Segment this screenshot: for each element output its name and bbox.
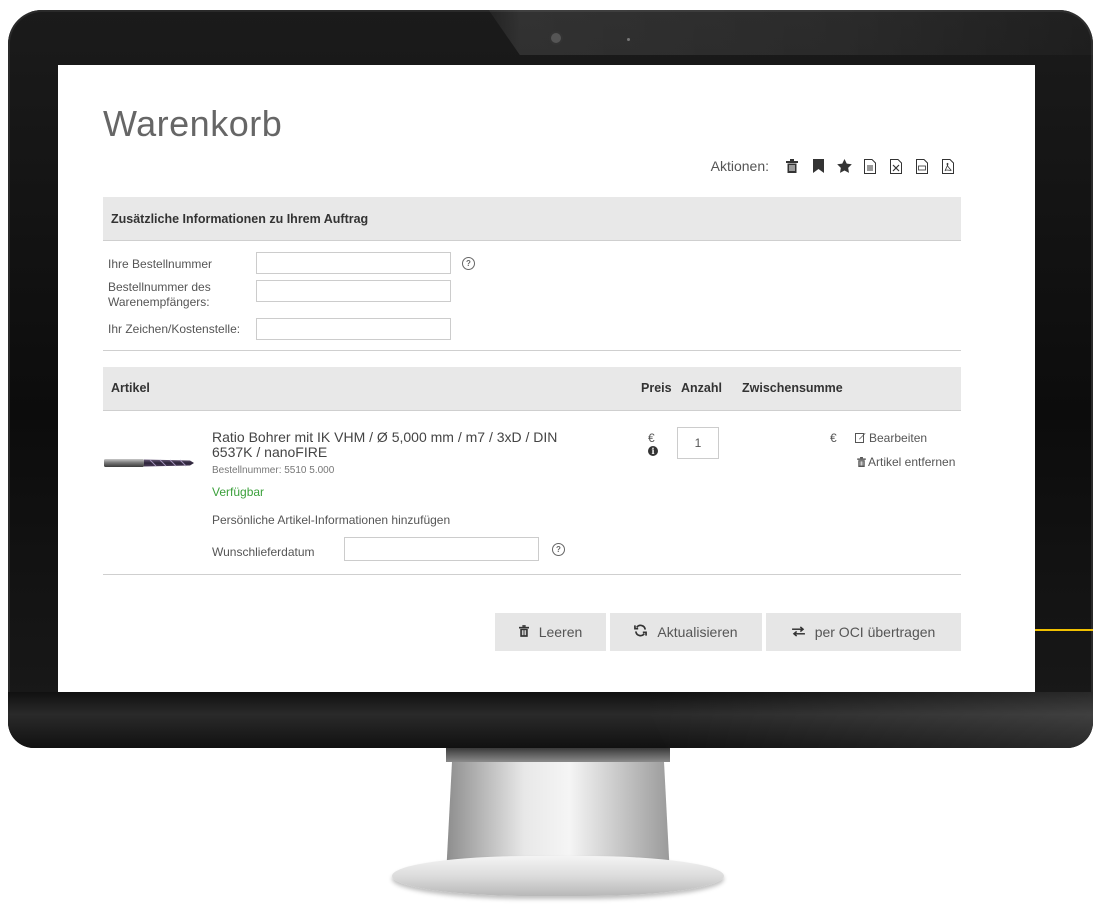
column-quantity: Anzahl [681,381,722,395]
item-divider [103,574,961,575]
refresh-icon [634,624,648,640]
update-cart-button[interactable]: Aktualisieren [610,613,762,651]
price-info-icon[interactable]: i [648,446,658,456]
trash-icon [518,624,529,640]
cost-center-input[interactable] [256,318,451,340]
monitor-stand-neck [446,748,670,762]
delivery-date-help-icon[interactable]: ? [552,543,565,556]
star-icon[interactable] [835,157,853,175]
column-subtotal: Zwischensumme [742,381,843,395]
order-number-input[interactable] [256,252,451,274]
delivery-date-input[interactable] [344,537,539,561]
csv-icon[interactable] [913,157,931,175]
add-item-info-link[interactable]: Persönliche Artikel-Informationen hinzuf… [212,513,450,527]
quantity-input[interactable]: 1 [677,427,719,459]
section-divider [103,350,961,351]
exchange-icon [791,624,805,640]
cost-center-label: Ihr Zeichen/Kostenstelle: [108,322,241,336]
recipient-order-number-input[interactable] [256,280,451,302]
update-cart-label: Aktualisieren [657,624,738,640]
chin-glare [640,692,1093,748]
product-image[interactable] [104,456,194,470]
clear-cart-label: Leeren [538,624,583,640]
pdf-icon[interactable] [939,157,957,175]
document-icon[interactable] [861,157,879,175]
page-title: Warenkorb [103,103,283,144]
order-info-header: Zusätzliche Informationen zu Ihrem Auftr… [103,197,961,241]
actions-bar: Aktionen: [711,157,957,175]
edit-item-label: Bearbeiten [869,431,928,445]
oci-transfer-button[interactable]: per OCI übertragen [766,613,961,651]
edit-icon [855,432,866,446]
webcam-icon [551,33,561,43]
oci-transfer-label: per OCI übertragen [814,624,936,640]
price-currency: € [648,431,655,445]
column-article: Artikel [111,381,150,395]
remove-item-label: Artikel entfernen [868,455,956,469]
screen: Warenkorb Aktionen: Zusätzliche Informat… [58,65,1035,692]
monitor-base [392,856,724,896]
column-price: Preis [641,381,672,395]
clear-cart-button[interactable]: Leeren [495,613,606,651]
delivery-date-label: Wunschlieferdatum [212,545,315,559]
bezel-glare [488,10,1093,55]
availability-status: Verfügbar [212,485,265,499]
product-order-number: Bestellnummer: 5510 5.000 [212,465,335,476]
product-name[interactable]: Ratio Bohrer mit IK VHM / Ø 5,000 mm / m… [212,430,582,460]
recipient-order-number-label: Bestellnummer des Warenempfängers: [108,280,211,309]
sensor-dot [627,38,630,41]
order-number-label: Ihre Bestellnummer [108,257,213,271]
subtotal-currency: € [830,431,837,445]
remove-item-link[interactable]: Artikel entfernen [857,455,955,470]
trash-icon [857,456,866,470]
edit-item-link[interactable]: Bearbeiten [855,431,927,446]
actions-label: Aktionen: [710,158,769,174]
bookmark-icon[interactable] [809,157,827,175]
excel-icon[interactable] [887,157,905,175]
help-icon[interactable]: ? [462,257,475,270]
trash-icon[interactable] [783,157,801,175]
